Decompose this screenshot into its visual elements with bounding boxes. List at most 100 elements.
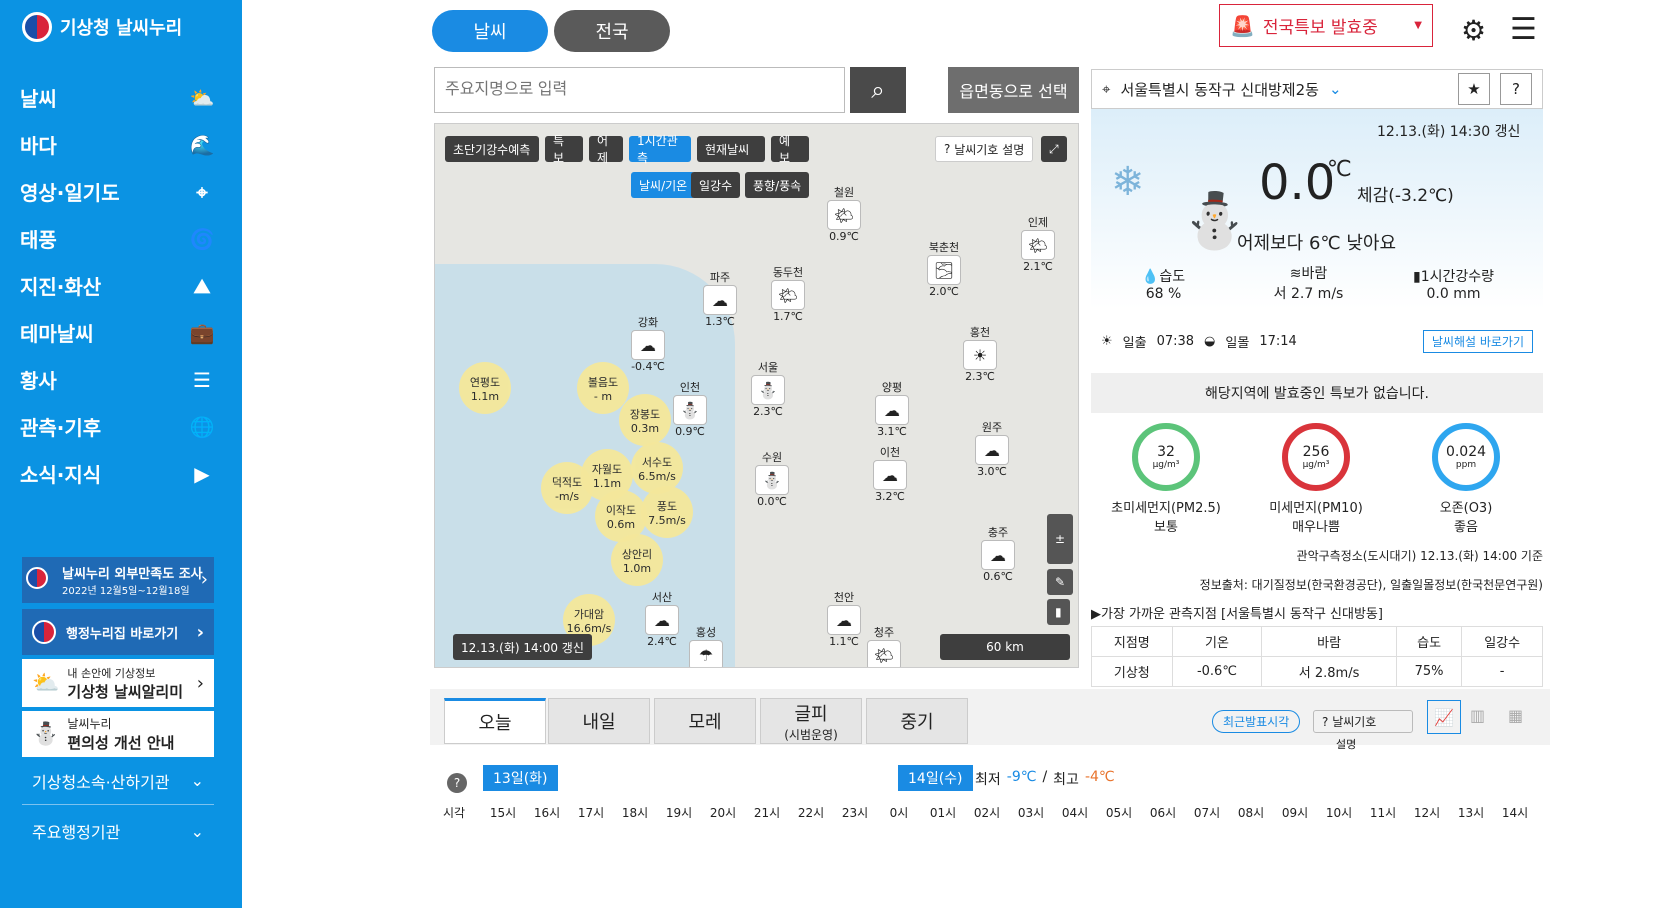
weather-map[interactable]: 초단기강수예측 특보 어제 1시간관측 현재날씨 예보날씨/기온 일강수 풍향/풍속 ? 날씨… (434, 123, 1079, 668)
map-sub-button[interactable]: 일강수 (691, 172, 741, 198)
external-link-icon[interactable]: ⤢ (1041, 136, 1067, 162)
affiliated-agencies-link[interactable]: 기상청소속·산하기관 ⌄ (22, 757, 214, 805)
tab-weather[interactable]: 날씨 (432, 10, 548, 52)
map-station[interactable]: 서울 ⛄ 2.3℃ (751, 359, 785, 418)
obs-header: 일강수 (1461, 626, 1543, 657)
weather-symbol-icon: ☁ (703, 285, 737, 315)
forecast-tab[interactable]: 글피 (시범운영) (760, 698, 862, 744)
map-icon[interactable]: ▮ (1047, 599, 1070, 625)
forecast-tab[interactable]: 내일 (548, 698, 650, 744)
earthquake-icon: ⛰ (193, 273, 211, 298)
map-station[interactable]: 강화 ☁ -0.4℃ (631, 314, 665, 373)
gov-portal-label: 행정누리집 바로가기 (66, 626, 179, 642)
sidebar-item-3[interactable]: 태풍 🌀 (0, 215, 242, 262)
sidebar-item-8[interactable]: 소식·지식 ▶ (0, 450, 242, 497)
brand-logo[interactable]: 기상청 날씨누리 (22, 12, 182, 42)
air-name: 미세먼지(PM10) (1269, 501, 1363, 516)
map-station[interactable]: 수원 ⛄ 0.0℃ (755, 449, 789, 508)
nation-alert-dropdown[interactable]: 🚨 전국특보 발효중 ▼ (1219, 4, 1433, 47)
map-station[interactable]: 천안 ☁ 1.1℃ (827, 589, 861, 648)
sea-station-bubble[interactable]: 서수도 6.5m/s (631, 442, 683, 494)
gear-icon[interactable]: ⚙ (1461, 14, 1486, 47)
map-mode-button[interactable]: 어제 (589, 134, 623, 165)
table-view-icon[interactable]: ▦ (1508, 706, 1523, 725)
convenience-banner[interactable]: ⛄ 날씨누리 편의성 개선 안내 (22, 711, 214, 757)
map-mode-button[interactable]: 현재날씨 (697, 136, 765, 162)
map-station[interactable]: 서산 ☁ 2.4℃ (645, 589, 679, 648)
obs-cell: 서 2.8m/s (1261, 656, 1397, 687)
tab-nation[interactable]: 전국 (554, 10, 670, 52)
star-icon[interactable]: ★ (1458, 73, 1490, 105)
bar-view-icon[interactable]: ▥ (1470, 706, 1485, 725)
select-by-dong-button[interactable]: 읍면동으로 선택 (948, 67, 1079, 113)
location-selector[interactable]: ⌖ 서울특별시 동작구 신대방제2동 ⌄ ★ ? (1091, 69, 1543, 109)
map-station[interactable]: 홍성☂4.6℃ (689, 624, 723, 667)
station-temp: 0.0℃ (757, 495, 787, 508)
map-station[interactable]: 이천 ☁ 3.2℃ (873, 444, 907, 503)
gov-portal-banner[interactable]: 행정누리집 바로가기 › (22, 609, 214, 655)
forecast-tab[interactable]: 모레 (654, 698, 756, 744)
sidebar-item-4[interactable]: 지진·화산 ⛰ (0, 262, 242, 309)
sidebar-item-1[interactable]: 바다 🌊 (0, 121, 242, 168)
sidebar-nav: 날씨 ⛅ 바다 🌊 영상·일기도 ⌖ 태풍 🌀 지진·화산 ⛰ 테마날씨 💼 황사 ☰ 관측·기후 🌐 소식·지… (0, 74, 242, 497)
map-mode-button[interactable]: 초단기강수예측 (445, 136, 539, 162)
graph-view-icon[interactable]: 📈 (1427, 700, 1461, 734)
sea-station-value: 6.5m/s (638, 469, 676, 483)
hamburger-menu-icon[interactable]: ☰ (1510, 12, 1537, 47)
map-station[interactable]: 인제 🌤 2.1℃ (1021, 214, 1055, 273)
zoom-control[interactable]: ± (1047, 514, 1074, 564)
hour-label: 02시 (973, 806, 1001, 820)
sea-station-bubble[interactable]: 장봉도 0.3m (619, 394, 671, 446)
station-name: 홍천 (969, 326, 991, 339)
hour-label: 10시 (1325, 806, 1353, 820)
commentary-link[interactable]: 날씨해설 바로가기 (1422, 329, 1533, 353)
sea-station-bubble[interactable]: 상안리 1.0m (611, 534, 663, 586)
sidebar-item-6[interactable]: 황사 ☰ (0, 356, 242, 403)
search-button[interactable]: ⌕ (850, 67, 906, 113)
major-agencies-link[interactable]: 주요행정기관 ⌄ (22, 807, 214, 855)
map-sub-button[interactable]: 날씨/기온 (631, 172, 696, 198)
map-mode-button[interactable]: 예보 (771, 134, 809, 165)
hour-label: 20시 (709, 806, 737, 820)
latest-release-button[interactable]: 최근발표시각 (1212, 710, 1301, 733)
map-station[interactable]: 북춘천 🌫 2.0℃ (927, 239, 961, 298)
weather-alarm-banner[interactable]: ⛅ 내 손안에 기상정보 기상청 날씨알리미 › (22, 659, 214, 707)
map-station[interactable]: 원주 ☁ 3.0℃ (975, 419, 1009, 478)
map-station[interactable]: 홍천 ☀ 2.3℃ (963, 324, 997, 383)
map-station[interactable]: 인천 ⛄ 0.9℃ (673, 379, 707, 438)
alarm-big-label: 기상청 날씨알리미 (67, 682, 184, 701)
sunrise-icon: ☀ (1101, 333, 1113, 349)
map-mode-button[interactable]: 특보 (545, 134, 583, 165)
help-icon[interactable]: ? (447, 773, 467, 793)
weather-symbol-button[interactable]: ? 날씨기호 (1313, 710, 1413, 733)
forecast-tab[interactable]: 중기 (866, 698, 968, 744)
air-gauge: 256 μg/m³ 미세먼지(PM10) 매우나쁨 (1241, 423, 1391, 535)
map-station[interactable]: 동두천 🌤 1.7℃ (771, 264, 805, 323)
sea-station-bubble[interactable]: 풍도 7.5m/s (641, 486, 693, 538)
station-name: 북춘천 (928, 241, 960, 254)
survey-banner[interactable]: 날씨누리 외부만족도 조사 2022년 12월5일~12월18일 › (22, 557, 214, 603)
sea-station-bubble[interactable]: 연평도 1.1m (459, 362, 511, 414)
map-sub-button[interactable]: 풍향/풍속 (745, 172, 810, 198)
search-input[interactable] (434, 67, 845, 113)
map-station[interactable]: 충주 ☁ 0.6℃ (981, 524, 1015, 583)
ruler-icon[interactable]: ✎ (1047, 569, 1074, 595)
help-icon[interactable]: ? (1500, 73, 1532, 105)
sidebar-item-7[interactable]: 관측·기후 🌐 (0, 403, 242, 450)
air-name: 오존(O3) (1439, 501, 1493, 516)
map-station[interactable]: 철원 🌤 0.9℃ (827, 184, 861, 243)
sidebar-item-0[interactable]: 날씨 ⛅ (0, 74, 242, 121)
map-station[interactable]: 양평 ☁ 3.1℃ (875, 379, 909, 438)
station-name: 홍성 (695, 626, 717, 639)
forecast-tab[interactable]: 오늘 (444, 698, 546, 744)
update-time: 12.13.(화) 14:30 갱신 (1377, 124, 1521, 140)
legend-button[interactable]: ? 날씨기호 설명 (935, 136, 1034, 162)
map-station[interactable]: 청주🌤2.9℃ (867, 624, 901, 667)
map-mode-button[interactable]: 1시간관측 (629, 134, 691, 165)
briefcase-icon: 💼 (189, 320, 215, 345)
sidebar-item-2[interactable]: 영상·일기도 ⌖ (0, 168, 242, 215)
air-grade-row: 매우나쁨 (1241, 516, 1391, 535)
hour-label: 23시 (841, 806, 869, 820)
map-station[interactable]: 파주 ☁ 1.3℃ (703, 269, 737, 328)
sidebar-item-5[interactable]: 테마날씨 💼 (0, 309, 242, 356)
